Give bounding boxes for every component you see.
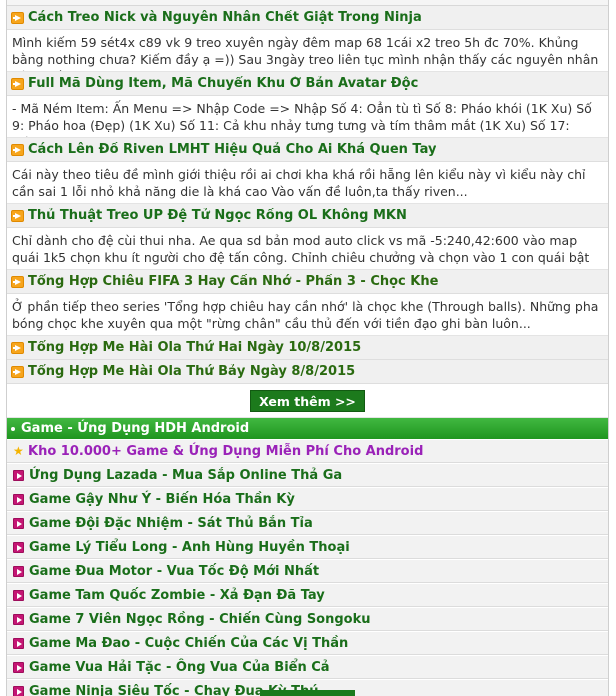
article-entry: Tổng Hợp Chiêu FIFA 3 Hay Cần Nhớ - Phần… <box>7 270 608 336</box>
bullet-icon <box>11 426 15 431</box>
list-item-label[interactable]: Game Đua Motor - Vua Tốc Độ Mới Nhất <box>29 564 319 579</box>
article-title-row[interactable]: Cách Lên Đồ Riven LMHT Hiệu Quả Cho Ai K… <box>7 138 608 162</box>
article-title-row[interactable]: Tổng Hợp Chiêu FIFA 3 Hay Cần Nhớ - Phần… <box>7 270 608 294</box>
list-item[interactable]: Game 7 Viên Ngọc Rồng - Chiến Cùng Songo… <box>7 607 608 631</box>
arrow-right-icon <box>13 517 24 529</box>
list-item-label[interactable]: Ứng Dụng Lazada - Mua Sắp Online Thả Ga <box>29 468 342 483</box>
list-item[interactable]: Game Tam Quốc Zombie - Xả Đạn Đã Tay <box>7 583 608 607</box>
article-title-link[interactable]: Full Mã Dùng Item, Mã Chuyển Khu Ở Bản A… <box>28 76 418 91</box>
list-item[interactable]: Game Đội Đặc Nhiệm - Sát Thủ Bắn Tỉa <box>7 511 608 535</box>
list-item-label[interactable]: Game Gậy Như Ý - Biến Hóa Thần Kỳ <box>29 492 295 507</box>
arrow-right-icon <box>11 11 24 24</box>
article-entry: Cách Treo Nick và Nguyên Nhân Chết Giật … <box>7 6 608 72</box>
content-column: Cách Treo Nick và Nguyên Nhân Chết Giật … <box>6 0 609 696</box>
section-header: Game - Ứng Dụng HDH Android <box>7 418 608 439</box>
list-item-label[interactable]: Game Ma Đao - Cuộc Chiến Của Các Vị Thần <box>29 636 348 651</box>
arrow-right-icon <box>11 275 24 288</box>
article-title-row[interactable]: Thủ Thuật Treo UP Đệ Tử Ngọc Rồng OL Khô… <box>7 204 608 228</box>
see-more-button[interactable]: Xem thêm >> <box>250 389 365 412</box>
list-item-label[interactable]: Game Tam Quốc Zombie - Xả Đạn Đã Tay <box>29 588 325 603</box>
article-summary: Chỉ dành cho đệ cùi thui nha. Ae qua sd … <box>7 228 608 270</box>
list-item-label[interactable]: Game 7 Viên Ngọc Rồng - Chiến Cùng Songo… <box>29 612 371 627</box>
arrow-right-icon <box>13 589 24 601</box>
star-icon: ★ <box>13 444 24 458</box>
list-item[interactable]: Ứng Dụng Lazada - Mua Sắp Online Thả Ga <box>7 463 608 487</box>
arrow-right-icon <box>11 77 24 90</box>
arrow-right-icon <box>11 209 24 222</box>
article-summary: Ở phần tiếp theo series 'Tổng hợp chiêu … <box>7 294 608 336</box>
article-title-link[interactable]: Tổng Hợp Me Hài Ola Thứ Bảy Ngày 8/8/201… <box>28 364 355 379</box>
article-entry: Cách Lên Đồ Riven LMHT Hiệu Quả Cho Ai K… <box>7 138 608 204</box>
article-title-row[interactable]: Tổng Hợp Me Hài Ola Thứ Bảy Ngày 8/8/201… <box>7 360 608 384</box>
article-title-row[interactable]: Full Mã Dùng Item, Mã Chuyển Khu Ở Bản A… <box>7 72 608 96</box>
arrow-right-icon <box>13 661 24 673</box>
article-entry: Thủ Thuật Treo UP Đệ Tử Ngọc Rồng OL Khô… <box>7 204 608 270</box>
arrow-right-icon <box>13 565 24 577</box>
article-title-link[interactable]: Thủ Thuật Treo UP Đệ Tử Ngọc Rồng OL Khô… <box>28 208 407 223</box>
arrow-right-icon <box>11 143 24 156</box>
list-item-featured[interactable]: ★ Kho 10.000+ Game & Ứng Dụng Miễn Phí C… <box>7 439 608 463</box>
list-item[interactable]: Game Vua Hải Tặc - Ông Vua Của Biển Cả <box>7 655 608 679</box>
arrow-right-icon <box>13 637 24 649</box>
article-title-link[interactable]: Tổng Hợp Chiêu FIFA 3 Hay Cần Nhớ - Phần… <box>28 274 438 289</box>
article-summary: Mình kiếm 59 sét4x c89 vk 9 treo xuyên n… <box>7 30 608 72</box>
list-item[interactable]: Game Ma Đao - Cuộc Chiến Của Các Vị Thần <box>7 631 608 655</box>
list-item[interactable]: Game Đua Motor - Vua Tốc Độ Mới Nhất <box>7 559 608 583</box>
arrow-right-icon <box>13 613 24 625</box>
section-title[interactable]: Game - Ứng Dụng HDH Android <box>21 421 249 436</box>
more-button-row: Xem thêm >> <box>7 384 608 418</box>
article-title-link[interactable]: Cách Lên Đồ Riven LMHT Hiệu Quả Cho Ai K… <box>28 142 436 157</box>
article-title-row[interactable]: Cách Treo Nick và Nguyên Nhân Chết Giật … <box>7 6 608 30</box>
next-button-edge[interactable] <box>260 690 355 696</box>
article-summary: Cái này theo tiêu đề mình giới thiệu rồi… <box>7 162 608 204</box>
list-item-label[interactable]: Game Đội Đặc Nhiệm - Sát Thủ Bắn Tỉa <box>29 516 313 531</box>
arrow-right-icon <box>13 685 24 696</box>
article-title-row[interactable]: Tổng Hợp Me Hài Ola Thứ Hai Ngày 10/8/20… <box>7 336 608 360</box>
list-item[interactable]: Game Lý Tiểu Long - Anh Hùng Huyền Thoại <box>7 535 608 559</box>
article-summary: - Mã Ném Item: Ấn Menu => Nhập Code => N… <box>7 96 608 138</box>
list-item-label[interactable]: Kho 10.000+ Game & Ứng Dụng Miễn Phí Cho… <box>28 444 423 459</box>
arrow-right-icon <box>13 541 24 553</box>
arrow-right-icon <box>11 341 24 354</box>
article-title-link[interactable]: Tổng Hợp Me Hài Ola Thứ Hai Ngày 10/8/20… <box>28 340 361 355</box>
list-item-label[interactable]: Game Vua Hải Tặc - Ông Vua Của Biển Cả <box>29 660 330 675</box>
article-title-link[interactable]: Cách Treo Nick và Nguyên Nhân Chết Giật … <box>28 10 422 25</box>
article-entry: Full Mã Dùng Item, Mã Chuyển Khu Ở Bản A… <box>7 72 608 138</box>
arrow-right-icon <box>11 365 24 378</box>
arrow-right-icon <box>13 469 24 481</box>
arrow-right-icon <box>13 493 24 505</box>
list-item-label[interactable]: Game Lý Tiểu Long - Anh Hùng Huyền Thoại <box>29 540 350 555</box>
list-item[interactable]: Game Gậy Như Ý - Biến Hóa Thần Kỳ <box>7 487 608 511</box>
